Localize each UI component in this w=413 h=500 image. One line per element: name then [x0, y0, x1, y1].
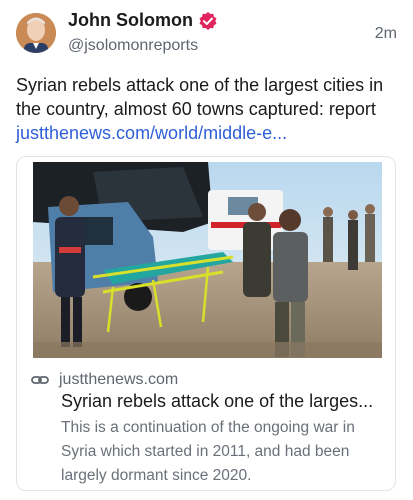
avatar[interactable] — [16, 13, 56, 53]
post[interactable]: John Solomon @jsolomonreports 2m Syrian … — [0, 0, 413, 500]
link-chain-icon — [31, 371, 49, 389]
post-timestamp[interactable]: 2m — [375, 25, 397, 43]
article-photo — [33, 162, 382, 358]
author-name[interactable]: John Solomon — [68, 10, 193, 31]
link-preview-card[interactable]: justthenews.com Syrian rebels attack one… — [16, 156, 396, 491]
card-description: This is a continuation of the ongoing wa… — [61, 419, 355, 484]
card-domain: justthenews.com — [59, 371, 179, 388]
verified-badge-icon — [198, 11, 218, 31]
link-domain-row: justthenews.com — [31, 371, 178, 389]
author-row: John Solomon — [68, 10, 218, 31]
post-text: Syrian rebels attack one of the largest … — [16, 73, 401, 145]
author-handle[interactable]: @jsolomonreports — [68, 37, 198, 55]
post-link[interactable]: justthenews.com/world/middle-e... — [16, 123, 287, 143]
post-body: Syrian rebels attack one of the largest … — [16, 75, 384, 119]
card-title[interactable]: Syrian rebels attack one of the larges..… — [61, 391, 391, 412]
